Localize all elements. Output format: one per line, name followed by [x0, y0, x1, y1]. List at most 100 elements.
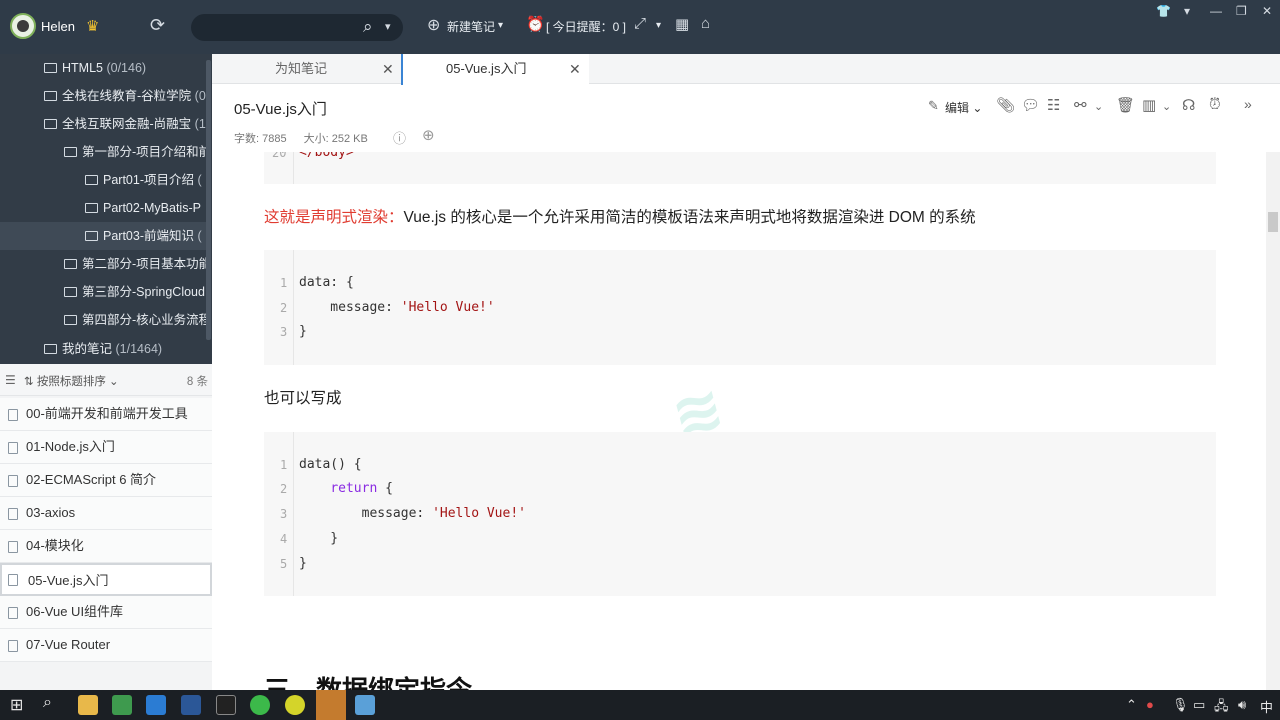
file-explorer-icon[interactable]	[78, 695, 98, 715]
search-box[interactable]: ⌕ ▾	[191, 14, 403, 41]
paragraph-also: 也可以写成	[264, 390, 342, 407]
plus-circle-icon[interactable]: ⊕	[427, 15, 440, 35]
sort-dropdown[interactable]: ⇅ 按照标题排序 ⌄	[24, 373, 119, 389]
crown-icon[interactable]: ♛	[86, 17, 99, 35]
history-icon[interactable]: ☷	[1047, 96, 1060, 114]
microphone-icon[interactable]: 🎙︎	[1172, 697, 1189, 713]
chevron-down-icon[interactable]: ▾	[656, 20, 661, 31]
tree-item[interactable]: 全栈在线教育-谷粒学院 (0	[44, 82, 206, 110]
username[interactable]: Helen	[41, 19, 75, 34]
note-icon	[8, 442, 18, 454]
ime-indicator[interactable]: 中	[1260, 697, 1273, 716]
share-icon[interactable]: ⚯	[1074, 96, 1087, 114]
volume-icon[interactable]: 🔊︎	[1238, 697, 1246, 713]
note-icon	[8, 409, 18, 421]
code-block-partial: 20 </body>	[264, 152, 1216, 184]
folder-icon	[85, 203, 98, 213]
sync-icon[interactable]: ⟳	[150, 15, 165, 36]
menu-icon[interactable]: ▾	[1184, 4, 1190, 18]
note-icon	[8, 640, 18, 652]
skin-icon[interactable]: 👕	[1156, 4, 1171, 18]
network-icon[interactable]: 🖧︎	[1214, 697, 1229, 719]
tree-item[interactable]: 第二部分-项目基本功能	[64, 250, 206, 278]
note-count: 8 条	[186, 376, 208, 388]
app-icon[interactable]	[285, 695, 305, 715]
paragraph-declarative: 这就是声明式渲染：Vue.js 的核心是一个允许采用简洁的模板语法来声明式地将数…	[264, 209, 976, 226]
collaborate-icon[interactable]: ☊	[1182, 96, 1195, 114]
tree-item[interactable]: 我的笔记 (1/1464)	[44, 335, 206, 363]
tab-vue-intro[interactable]: 05-Vue.js入门 ✕	[401, 54, 589, 85]
close-icon[interactable]: ✕	[382, 54, 394, 84]
home-icon[interactable]: ⌂	[701, 15, 710, 32]
tab-wiz[interactable]: 为知笔记 ✕	[212, 54, 400, 84]
tree-item[interactable]: Part02-MyBatis-P	[85, 194, 206, 222]
list-item-active[interactable]: 05-Vue.js入门	[0, 563, 212, 596]
new-note-button[interactable]: 新建笔记	[447, 18, 495, 35]
info-icon[interactable]: ⓘ	[393, 128, 406, 147]
user-avatar[interactable]	[10, 13, 36, 39]
expand-icon[interactable]: ⤢	[634, 15, 646, 32]
note-icon	[8, 607, 18, 619]
reminder-button[interactable]: [ 今日提醒：0 ]	[546, 18, 626, 35]
windows-start-icon[interactable]: ⊞	[10, 695, 23, 715]
list-item[interactable]: 01-Node.js入门	[0, 431, 212, 464]
top-bar: Helen ♛ ⟳ ⌕ ▾ ⊕ 新建笔记 ▾ ⏰ [ 今日提醒：0 ] ⤢ ▾ …	[0, 0, 1280, 54]
intellij-icon[interactable]	[216, 695, 236, 715]
grid-icon[interactable]: ▦	[675, 15, 689, 33]
list-item[interactable]: 00-前端开发和前端开发工具	[0, 398, 212, 431]
tree-scrollbar[interactable]	[206, 60, 211, 340]
code-line: </body>	[299, 152, 354, 160]
tree-item[interactable]: Part01-项目介绍 (	[85, 166, 206, 194]
search-icon[interactable]: ⌕	[43, 694, 52, 712]
word-icon[interactable]	[181, 695, 201, 715]
close-icon[interactable]: ✕	[569, 54, 581, 84]
content-scrollbar[interactable]	[1266, 152, 1280, 690]
note-icon	[8, 475, 18, 487]
tree-item[interactable]: HTML5 (0/146)	[44, 54, 206, 82]
tree-item[interactable]: 第一部分-项目介绍和前	[64, 138, 206, 166]
pycharm-icon[interactable]	[112, 695, 132, 715]
reading-mode-icon[interactable]: ▥	[1142, 96, 1156, 114]
minimize-icon[interactable]: —	[1210, 4, 1222, 18]
code-block: 1 data() { 2 return { 3 message: 'Hello …	[264, 432, 1216, 596]
tree-item[interactable]: 第三部分-SpringCloud	[64, 278, 206, 306]
edit-button[interactable]: 编辑 ⌄	[945, 99, 982, 116]
list-item[interactable]: 06-Vue UI组件库	[0, 596, 212, 629]
display-icon[interactable]: ▭	[1193, 697, 1205, 713]
tab-bar: 为知笔记 ✕ 05-Vue.js入门 ✕	[212, 54, 1280, 85]
chevron-down-icon[interactable]: ⌄	[1162, 100, 1171, 113]
folder-icon	[44, 63, 57, 73]
word-count: 字数: 7885	[234, 133, 287, 145]
chevron-down-icon[interactable]: ▾	[498, 20, 503, 31]
alarm-clock-icon[interactable]: ⏰	[526, 15, 545, 33]
list-item[interactable]: 07-Vue Router	[0, 629, 212, 662]
vscode-icon[interactable]	[146, 695, 166, 715]
trash-icon[interactable]: 🗑︎	[1116, 96, 1135, 114]
list-item[interactable]: 02-ECMAScript 6 简介	[0, 464, 212, 497]
more-icon[interactable]: »	[1244, 96, 1252, 112]
restore-icon[interactable]: ❐	[1236, 4, 1247, 18]
tree-item[interactable]: 第四部分-核心业务流程	[64, 306, 206, 334]
wiznote-icon[interactable]	[355, 695, 375, 715]
tree-item-selected[interactable]: Part03-前端知识 (	[0, 222, 206, 250]
scrollbar-thumb[interactable]	[1268, 212, 1278, 232]
tree-item[interactable]: 全栈互联网金融-尚融宝 (1	[44, 110, 206, 138]
attachment-icon[interactable]: 📎︎	[996, 96, 1015, 114]
chevron-down-icon[interactable]: ▾	[385, 20, 391, 33]
chrome-icon[interactable]	[316, 690, 346, 720]
add-icon[interactable]: ⊕	[422, 126, 435, 144]
antivirus-icon[interactable]: ●	[1146, 697, 1154, 712]
list-item[interactable]: 03-axios	[0, 497, 212, 530]
search-icon[interactable]: ⌕	[363, 17, 373, 37]
wechat-icon[interactable]	[250, 695, 270, 715]
sidebar: HTML5 (0/146) 全栈在线教育-谷粒学院 (0 全栈互联网金融-尚融宝…	[0, 54, 212, 690]
list-menu-icon[interactable]: ☰	[5, 373, 16, 387]
edit-icon[interactable]: ✎	[928, 98, 939, 114]
tray-expand-icon[interactable]: ⌃	[1126, 697, 1137, 713]
alarm-icon[interactable]: ⏰︎	[1209, 96, 1221, 113]
list-item[interactable]: 04-模块化	[0, 530, 212, 563]
chevron-down-icon[interactable]: ⌄	[1094, 100, 1103, 113]
note-icon	[8, 541, 18, 553]
comment-icon[interactable]: 💬︎	[1021, 96, 1040, 114]
close-icon[interactable]: ✕	[1262, 4, 1272, 18]
